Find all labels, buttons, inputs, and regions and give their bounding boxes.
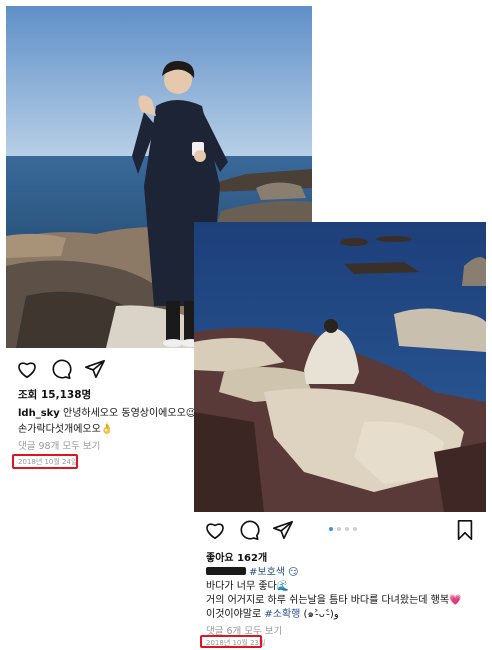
- share-icon[interactable]: [84, 358, 106, 380]
- post-b-caption-text: 이것이야말로: [206, 609, 265, 620]
- post-b-caption-line-2: 거의 어거지로 하루 쉬는날을 틈타 바다를 다녀왔는데 행복💗: [206, 595, 462, 606]
- post-a-view-comments-link[interactable]: 댓글 98개 모두 보기: [18, 438, 100, 452]
- heart-icon[interactable]: [204, 519, 226, 541]
- post-b-like-count[interactable]: 좋아요 162개: [206, 549, 267, 564]
- carousel-dot[interactable]: [353, 527, 357, 531]
- redacted-username: [206, 566, 246, 575]
- comment-icon[interactable]: [50, 358, 72, 380]
- post-b-photo[interactable]: [194, 222, 486, 512]
- post-b-caption-emoticon: (๑˃̵ᴗ˂̵)و: [300, 609, 339, 620]
- post-b-caption-line-3: 이것이야말로 #소확행 (๑˃̵ᴗ˂̵)و: [206, 605, 339, 622]
- post-a-username[interactable]: ldh_sky: [18, 408, 60, 419]
- post-b-actions: [204, 519, 294, 541]
- post-a-caption-text: 안녕하세오오 동영상이에오오😉: [59, 408, 197, 419]
- post-a-actions: [16, 358, 106, 380]
- carousel-indicator: [329, 527, 357, 531]
- post-b-hashtag[interactable]: #보호색 😏: [249, 563, 299, 578]
- post-b-caption-line-0: #보호색 😏: [206, 563, 299, 578]
- heart-icon[interactable]: [16, 358, 38, 380]
- screenshot-composite: 조회 15,138명 ldh_sky 안녕하세오오 동영상이에오오😉 손가락다섯…: [0, 0, 492, 650]
- post-a-caption-line-1: ldh_sky 안녕하세오오 동영상이에오오😉: [18, 404, 196, 419]
- post-card-b: 좋아요 162개 #보호색 😏 바다가 너무 좋다🌊 거의 어거지로 하루 쉬는…: [194, 222, 486, 648]
- bookmark-icon[interactable]: [454, 519, 476, 541]
- post-b-date-highlight-box: [200, 635, 262, 648]
- comment-icon[interactable]: [238, 519, 260, 541]
- carousel-dot[interactable]: [329, 527, 333, 531]
- carousel-dot[interactable]: [345, 527, 349, 531]
- post-b-hashtag-link[interactable]: #소확행: [264, 609, 300, 620]
- share-icon[interactable]: [272, 519, 294, 541]
- carousel-dot[interactable]: [337, 527, 341, 531]
- post-a-date-highlight-box: [12, 454, 78, 469]
- post-a-caption-line-2: 손가락다섯개에오오👌: [18, 424, 114, 435]
- post-a-view-count: 조회 15,138명: [18, 389, 92, 401]
- post-b-caption-line-1: 바다가 너무 좋다🌊: [206, 581, 290, 592]
